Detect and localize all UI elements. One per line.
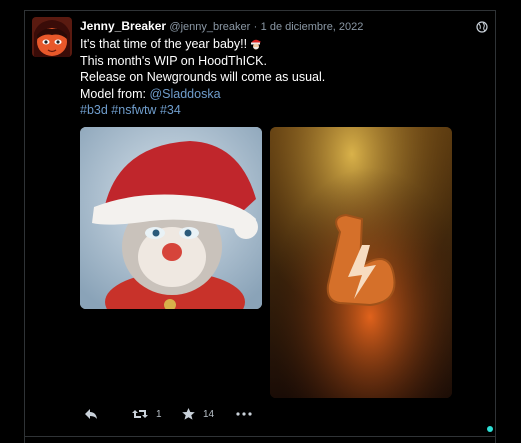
display-name[interactable]: Jenny_Breaker bbox=[80, 19, 166, 33]
handle[interactable]: @jenny_breaker bbox=[169, 21, 250, 33]
status-dot bbox=[487, 426, 493, 432]
santa-emoji-icon bbox=[249, 37, 263, 51]
timestamp[interactable]: 1 de diciembre, 2022 bbox=[261, 21, 364, 33]
retweet-icon bbox=[132, 408, 148, 420]
retweet-count: 1 bbox=[156, 408, 162, 420]
media-image-2[interactable] bbox=[270, 127, 452, 398]
tweet-text: It's that time of the year baby!! This m… bbox=[80, 36, 325, 119]
hashtag-b3d[interactable]: #b3d bbox=[80, 103, 108, 117]
star-icon bbox=[182, 408, 195, 420]
more-button[interactable] bbox=[236, 408, 252, 420]
reply-button[interactable] bbox=[84, 408, 98, 420]
hashtag-nsfwtw[interactable]: #nsfwtw bbox=[111, 103, 156, 117]
like-count: 14 bbox=[203, 408, 215, 420]
reply-icon bbox=[84, 408, 98, 420]
text-line-1: It's that time of the year baby!! bbox=[80, 37, 248, 51]
text-line-3: Release on Newgrounds will come as usual… bbox=[80, 70, 326, 84]
divider bbox=[24, 436, 496, 437]
more-icon bbox=[236, 408, 252, 420]
model-from-label: Model from: bbox=[80, 86, 150, 101]
separator: · bbox=[253, 21, 258, 33]
avatar[interactable] bbox=[32, 17, 72, 57]
media-image-1[interactable] bbox=[80, 127, 262, 309]
globe-icon bbox=[476, 20, 488, 33]
tweet-header: Jenny_Breaker @jenny_breaker · 1 de dici… bbox=[80, 19, 363, 33]
retweet-button[interactable]: 1 bbox=[132, 408, 162, 420]
like-button[interactable]: 14 bbox=[182, 408, 214, 420]
mention-link[interactable]: @Sladdoska bbox=[149, 87, 220, 101]
hashtag-34[interactable]: #34 bbox=[160, 103, 181, 117]
text-line-2: This month's WIP on HoodThICK. bbox=[80, 53, 267, 68]
